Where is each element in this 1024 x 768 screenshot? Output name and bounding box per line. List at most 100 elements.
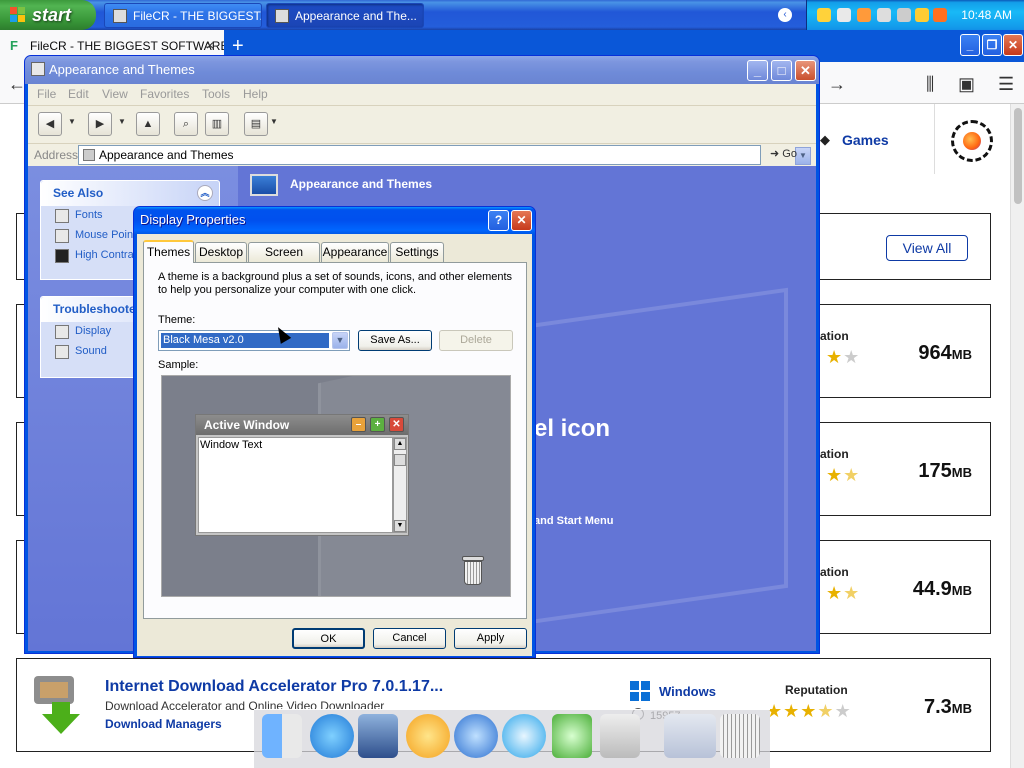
games-link[interactable]: Games — [842, 132, 889, 148]
scroll-down-icon: ▼ — [394, 520, 406, 532]
theme-select[interactable]: Black Mesa v2.0 ▼ — [158, 330, 350, 351]
network-icon[interactable] — [933, 8, 947, 22]
dialog-titlebar[interactable]: Display Properties ? ✕ — [134, 207, 535, 234]
minimize-icon[interactable]: _ — [747, 60, 768, 81]
views-dropdown-icon[interactable]: ▼ — [270, 117, 278, 126]
delete-button: Delete — [439, 330, 513, 351]
menu-view[interactable]: View — [102, 87, 128, 101]
tab-settings[interactable]: Settings — [390, 242, 444, 262]
scrollbar-thumb[interactable] — [1014, 108, 1022, 204]
ok-button[interactable]: OK — [292, 628, 365, 649]
disc-utility-icon[interactable] — [454, 714, 498, 758]
menu-favorites[interactable]: Favorites — [140, 87, 189, 101]
tab-themes[interactable]: Themes — [143, 240, 194, 263]
taskbar-start-menu-link[interactable]: and Start Menu — [534, 515, 613, 527]
address-value: Appearance and Themes — [99, 148, 234, 162]
views-icon[interactable]: ▤ — [244, 112, 268, 136]
product-title[interactable]: Internet Download Accelerator Pro 7.0.1.… — [105, 678, 443, 696]
clock[interactable]: 10:48 AM — [961, 0, 1012, 30]
high-contrast-icon — [55, 249, 69, 263]
theme-select-value: Black Mesa v2.0 — [160, 332, 330, 349]
help-icon — [55, 345, 69, 359]
go-label: Go — [782, 148, 797, 160]
see-also-title: See Also — [53, 186, 104, 200]
chevron-down-icon[interactable]: ▼ — [332, 332, 348, 349]
theme-label: Theme: — [158, 314, 196, 326]
system-tray: 10:48 AM — [806, 0, 1024, 30]
menu-file[interactable]: File — [37, 87, 56, 101]
tray-app-icon[interactable] — [877, 8, 891, 22]
window-title: Appearance and Themes — [49, 62, 195, 77]
restore-icon[interactable]: ❐ — [982, 34, 1002, 56]
preview-app-icon[interactable] — [358, 714, 398, 758]
minimize-icon[interactable]: _ — [960, 34, 980, 56]
start-label: start — [32, 5, 72, 25]
go-button[interactable]: ➜ Go — [770, 147, 797, 160]
search-icon[interactable] — [915, 8, 929, 22]
folders-icon[interactable]: ▥ — [205, 112, 229, 136]
filecr-favicon: F — [10, 38, 18, 53]
menu-help[interactable]: Help — [243, 87, 268, 101]
tray-expand-icon[interactable]: ‹ — [778, 8, 792, 22]
product-category-link[interactable]: Download Managers — [105, 717, 222, 731]
control-panel-icon-link[interactable]: el icon — [534, 415, 610, 443]
sidebar-icon[interactable]: ▣ — [958, 74, 975, 95]
monitor-icon[interactable] — [897, 8, 911, 22]
forward-dropdown-icon[interactable]: ▼ — [118, 117, 126, 126]
control-panel-app-icon — [275, 9, 289, 23]
close-tab-icon[interactable]: × — [206, 37, 214, 53]
address-field[interactable]: Appearance and Themes ▼ — [78, 145, 811, 165]
close-icon[interactable]: ✕ — [795, 60, 816, 81]
quicktime-icon[interactable] — [502, 714, 546, 758]
tray-app-icon[interactable] — [837, 8, 851, 22]
taskbar-button-appearance[interactable]: Appearance and The... — [266, 3, 424, 28]
cancel-button[interactable]: Cancel — [373, 628, 446, 649]
back-icon[interactable]: ◀ — [38, 112, 62, 136]
itunes-icon[interactable] — [552, 714, 592, 758]
trash-icon[interactable] — [720, 714, 760, 758]
see-also-header[interactable]: See Also ︽ — [41, 181, 219, 206]
control-panel-titlebar[interactable]: Appearance and Themes _ □ ✕ — [25, 56, 819, 84]
troubleshooter-item-label: Display — [75, 325, 112, 337]
keyboard-icon[interactable] — [664, 714, 716, 758]
tray-app-icon[interactable] — [857, 8, 871, 22]
forward-icon[interactable]: → — [828, 74, 846, 95]
firefox-logo-icon[interactable] — [951, 120, 993, 162]
divider — [934, 104, 935, 174]
internet-explorer-icon[interactable] — [310, 714, 354, 758]
collapse-icon[interactable]: ︽ — [197, 185, 213, 201]
start-button[interactable]: start — [0, 0, 96, 30]
menu-edit[interactable]: Edit — [68, 87, 89, 101]
close-icon[interactable]: ✕ — [511, 210, 532, 231]
preview-active-window: Active Window – + ✕ Window Text ▲ ▼ — [195, 414, 409, 536]
menu-tools[interactable]: Tools — [202, 87, 230, 101]
up-folder-icon[interactable]: ▲ — [136, 112, 160, 136]
library-icon[interactable]: ⫼ — [926, 74, 934, 95]
fonts-icon — [55, 209, 69, 223]
back-dropdown-icon[interactable]: ▼ — [68, 117, 76, 126]
chevron-down-icon[interactable]: ▼ — [795, 147, 811, 165]
finder-icon[interactable] — [262, 714, 302, 758]
forward-icon[interactable]: ▶ — [88, 112, 112, 136]
recycle-bin-icon — [462, 556, 484, 586]
view-all-button[interactable]: View All — [886, 235, 968, 261]
close-icon[interactable]: ✕ — [1003, 34, 1023, 56]
media-player-icon[interactable] — [406, 714, 450, 758]
system-preferences-icon[interactable] — [600, 714, 640, 758]
tab-desktop[interactable]: Desktop — [195, 242, 247, 262]
save-as-button[interactable]: Save As... — [358, 330, 432, 351]
help-icon[interactable]: ? — [488, 210, 509, 231]
taskbar-button-filecr[interactable]: FileCR - THE BIGGEST... — [104, 3, 262, 28]
maximize-icon[interactable]: □ — [771, 60, 792, 81]
alarm-clock-icon[interactable] — [817, 8, 831, 22]
apply-button[interactable]: Apply — [454, 628, 527, 649]
browser-scrollbar[interactable] — [1010, 104, 1024, 768]
display-monitor-icon — [250, 174, 278, 196]
file-size: 964MB — [918, 342, 972, 364]
search-icon[interactable]: ⌕ — [174, 112, 198, 136]
preview-client-area: Window Text — [198, 437, 393, 533]
menu-icon[interactable]: ☰ — [998, 74, 1014, 95]
tab-appearance[interactable]: Appearance — [321, 242, 389, 262]
browser-tab-title: FileCR - THE BIGGEST SOFTWARE — [30, 39, 224, 53]
tab-screen-saver[interactable]: Screen Saver — [248, 242, 320, 277]
